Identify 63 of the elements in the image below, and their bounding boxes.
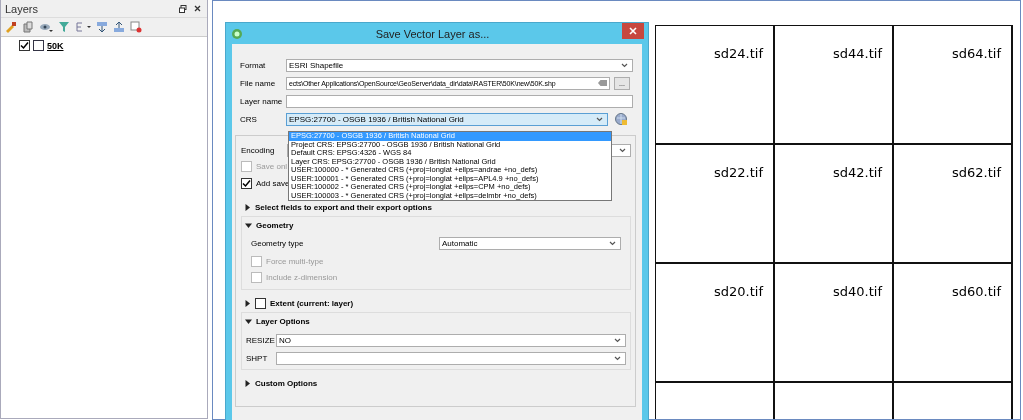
checkbox-label: Include z-dimension [266,272,338,282]
expand-arrow-icon[interactable] [244,299,251,307]
section-title: Custom Options [255,378,318,388]
chevron-down-icon [614,337,621,343]
tile-label: sd60.tif [952,284,1001,300]
option-label: SHPT [246,353,269,363]
layer-item[interactable]: 50K [19,39,207,52]
close-button[interactable] [622,23,644,39]
layer-name-field[interactable] [286,94,633,108]
window-title: Save Vector Layer as... [374,27,491,40]
float-icon[interactable] [179,4,187,13]
expand-arrow-icon[interactable] [244,203,251,211]
section-title: Geometry [256,220,294,230]
eye-icon[interactable] [39,21,53,33]
checkbox[interactable] [241,177,252,189]
checkbox[interactable] [255,297,266,309]
tile-label: sd62.tif [952,165,1001,181]
section-title: Layer Options [256,316,310,326]
chevron-down-icon [614,355,621,361]
field-label: Layer name [240,96,283,106]
chevron-down-icon [609,240,616,246]
expand-arrow-icon[interactable] [244,379,251,387]
brush-icon[interactable] [5,21,17,33]
field-label: Format [240,60,267,70]
tile-label: sd42.tif [833,165,882,181]
chevron-down-icon [619,147,626,153]
tile-label: sd64.tif [952,46,1001,62]
field-label: File name [240,78,277,88]
expression-icon[interactable] [75,21,91,33]
remove-layer-icon[interactable] [130,21,142,33]
chevron-down-icon [621,62,628,68]
collapse-arrow-icon[interactable] [245,317,252,325]
legend-square-icon [33,40,44,51]
geometry-type-dropdown[interactable]: Automatic [439,236,621,250]
visibility-checkbox[interactable] [19,40,30,51]
format-dropdown[interactable]: ESRI Shapefile [286,58,633,72]
collapse-arrow-icon[interactable] [245,221,252,229]
clear-icon[interactable] [598,80,607,86]
field-label: Encoding [241,145,276,155]
tile-label: sd44.tif [833,46,882,62]
layer-name: 50K [47,40,64,51]
panel-title: Layers [5,2,39,15]
field-label: CRS [240,114,258,124]
checkbox-label: Force multi-type [266,256,324,266]
option-label: RESIZE [246,335,273,345]
tile-label: sd40.tif [833,284,882,300]
layers-icon[interactable] [22,21,34,33]
checkbox-label: Save onl [256,161,288,171]
close-icon[interactable] [194,5,201,12]
section-title: Select fields to export and their export options [255,202,432,212]
tile-label: sd20.tif [714,284,763,300]
tile-label: sd22.tif [714,165,763,181]
globe-icon[interactable] [614,112,628,126]
option-dropdown[interactable]: NO [276,333,626,347]
app-logo-icon [231,27,243,40]
tile-label: sd24.tif [714,46,763,62]
collapse-all-icon[interactable] [113,21,125,33]
section-title: Extent (current: layer) [270,298,354,308]
close-icon [629,27,637,35]
expand-all-icon[interactable] [96,21,108,33]
field-label: Geometry type [251,238,305,248]
crs-dropdown[interactable]: EPSG:27700 - OSGB 1936 / British National Grid [286,112,608,126]
chevron-down-icon [596,116,603,122]
